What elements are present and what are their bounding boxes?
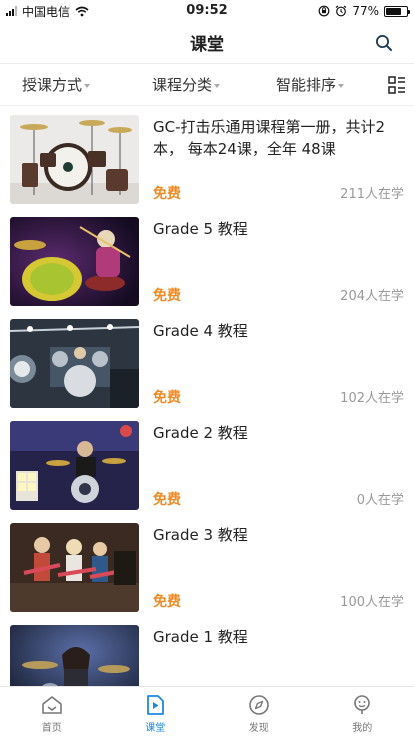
play-icon xyxy=(147,695,165,715)
tab-bar: 首页 课堂 发现 我的 xyxy=(0,686,414,736)
filter-bar: 授课方式 课程分类 智能排序 xyxy=(0,64,414,106)
filter-smart-sort[interactable]: 智能排序 xyxy=(276,74,345,95)
course-info: Grade 4 教程 免费 102人在学 xyxy=(139,319,404,414)
home-icon xyxy=(41,696,62,714)
status-right: 77% xyxy=(318,4,410,18)
tab-label: 课堂 xyxy=(145,723,166,734)
course-card[interactable]: Grade 2 教程 免费 0人在学 xyxy=(0,414,414,516)
tab-label: 首页 xyxy=(41,723,62,734)
course-learners: 100人在学 xyxy=(340,595,404,610)
battery-percent: 77% xyxy=(352,4,379,18)
tab-label: 发现 xyxy=(248,723,269,734)
list-layout-icon[interactable] xyxy=(388,75,406,94)
course-learners: 102人在学 xyxy=(340,391,404,406)
course-card[interactable]: Grade 4 教程 免费 102人在学 xyxy=(0,312,414,414)
course-learners: 0人在学 xyxy=(356,493,404,508)
battery-icon xyxy=(384,5,410,17)
course-list: GC-打击乐通用课程第一册，共计2本， 每本24课，全年 48课 免费 211人… xyxy=(0,108,414,686)
tab-home[interactable]: 首页 xyxy=(0,687,104,736)
course-learners: 211人在学 xyxy=(340,187,404,202)
course-price: 免费 xyxy=(153,390,181,406)
course-thumbnail xyxy=(10,523,139,612)
course-info: Grade 3 教程 免费 100人在学 xyxy=(139,523,404,618)
course-card[interactable]: GC-打击乐通用课程第一册，共计2本， 每本24课，全年 48课 免费 211人… xyxy=(0,108,414,210)
alarm-icon xyxy=(335,5,347,17)
status-left: 中国电信 xyxy=(6,3,89,20)
tab-label: 我的 xyxy=(352,723,373,734)
course-info: Grade 2 教程 免费 0人在学 xyxy=(139,421,404,516)
profile-icon xyxy=(354,695,371,714)
chevron-down-icon xyxy=(84,83,91,88)
course-price: 免费 xyxy=(153,288,181,304)
course-info: GC-打击乐通用课程第一册，共计2本， 每本24课，全年 48课 免费 211人… xyxy=(139,115,404,210)
course-title: Grade 3 教程 xyxy=(153,526,248,544)
course-info: Grade 1 教程 xyxy=(139,625,404,686)
course-thumbnail xyxy=(10,115,139,204)
wifi-icon xyxy=(75,6,89,16)
course-learners: 204人在学 xyxy=(340,289,404,304)
course-title: Grade 5 教程 xyxy=(153,220,248,238)
status-bar: 中国电信 77% xyxy=(0,0,414,22)
signal-icon xyxy=(6,6,17,16)
carrier-label: 中国电信 xyxy=(22,4,71,19)
tab-profile[interactable]: 我的 xyxy=(311,687,414,736)
filter-label: 课程分类 xyxy=(152,76,213,94)
course-title: Grade 2 教程 xyxy=(153,424,248,442)
course-price: 免费 xyxy=(153,492,181,508)
course-price: 免费 xyxy=(153,594,181,610)
course-thumbnail xyxy=(10,421,139,510)
course-title: GC-打击乐通用课程第一册，共计2本， 每本24课，全年 48课 xyxy=(153,118,386,158)
filter-label: 智能排序 xyxy=(276,76,337,94)
course-thumbnail xyxy=(10,319,139,408)
course-title: Grade 4 教程 xyxy=(153,322,248,340)
chevron-down-icon xyxy=(338,83,345,88)
course-card[interactable]: Grade 3 教程 免费 100人在学 xyxy=(0,516,414,618)
compass-icon xyxy=(248,695,269,715)
course-card[interactable]: Grade 1 教程 xyxy=(0,618,414,686)
filter-teaching-mode[interactable]: 授课方式 xyxy=(22,74,91,95)
tab-discover[interactable]: 发现 xyxy=(207,687,311,736)
search-icon[interactable] xyxy=(374,33,394,53)
filter-course-category[interactable]: 课程分类 xyxy=(152,74,221,95)
chevron-down-icon xyxy=(214,83,221,88)
orientation-lock-icon xyxy=(318,5,330,17)
filter-label: 授课方式 xyxy=(22,76,83,94)
course-price: 免费 xyxy=(153,186,181,202)
course-thumbnail xyxy=(10,217,139,306)
course-thumbnail xyxy=(10,625,139,686)
course-title: Grade 1 教程 xyxy=(153,628,248,646)
nav-bar: 课堂 xyxy=(0,22,414,64)
course-info: Grade 5 教程 免费 204人在学 xyxy=(139,217,404,312)
tab-classroom[interactable]: 课堂 xyxy=(104,687,208,736)
page-title: 课堂 xyxy=(190,35,224,55)
course-card[interactable]: Grade 5 教程 免费 204人在学 xyxy=(0,210,414,312)
